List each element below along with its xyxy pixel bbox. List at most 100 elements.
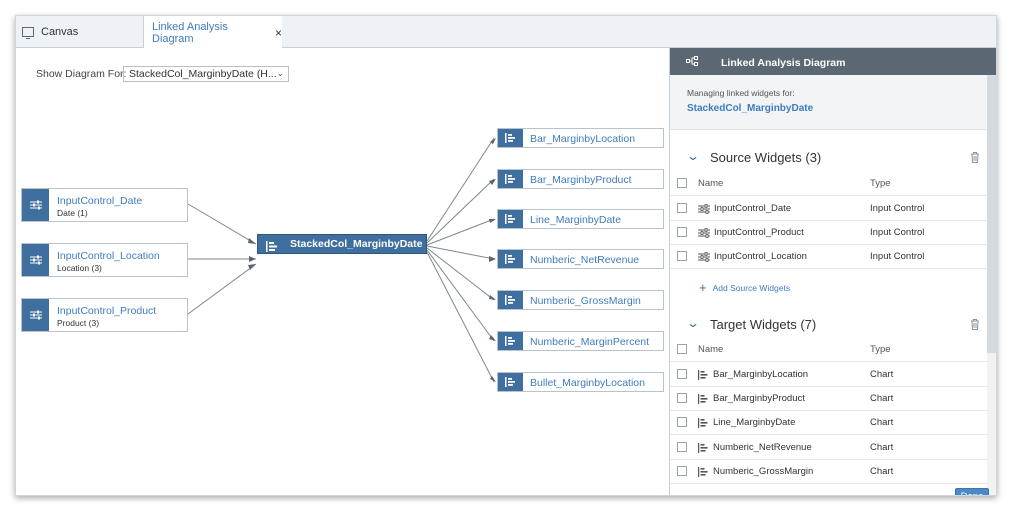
- managing-info: Managing linked widgets for: StackedCol_…: [670, 75, 988, 130]
- link-line: [187, 203, 257, 245]
- source-node-title: InputControl_Date: [57, 195, 143, 207]
- table-row[interactable]: Bar_MarginbyProduct Chart: [670, 386, 988, 411]
- sliders-icon: [22, 244, 49, 276]
- row-checkbox[interactable]: [677, 442, 687, 452]
- source-node-subtitle: Location (3): [57, 263, 102, 273]
- trash-icon[interactable]: [970, 150, 980, 168]
- tab-diagram-label: Linked Analysis Diagram: [152, 21, 228, 45]
- row-checkbox[interactable]: [677, 393, 687, 403]
- link-line: [426, 249, 495, 342]
- target-node-title: Line_MarginbyDate: [530, 214, 622, 226]
- target-node-title: Numberic_GrossMargin: [530, 295, 641, 307]
- close-icon[interactable]: ×: [275, 26, 282, 40]
- linked-widgets-panel: Linked Analysis Diagram Managing linked …: [669, 48, 996, 495]
- row-name: InputControl_Location: [714, 251, 807, 262]
- tab-linked-analysis-diagram[interactable]: Linked Analysis Diagram ×: [144, 16, 282, 48]
- done-button[interactable]: Done: [955, 488, 989, 495]
- source-widgets-title: Source Widgets (3): [710, 150, 822, 165]
- select-all-checkbox[interactable]: [677, 344, 687, 354]
- column-header-name: Name: [698, 178, 724, 189]
- bar-chart-icon: [698, 393, 709, 404]
- bar-chart-icon: [698, 369, 709, 380]
- select-all-checkbox[interactable]: [677, 178, 687, 188]
- row-type: Chart: [870, 466, 894, 477]
- column-header-type: Type: [870, 344, 891, 355]
- bar-chart-icon: [266, 239, 278, 257]
- table-row[interactable]: InputControl_Product Input Control: [670, 220, 988, 245]
- row-type: Chart: [870, 442, 894, 453]
- app-window: Canvas Linked Analysis Diagram × Show Di…: [15, 15, 997, 496]
- tab-canvas[interactable]: Canvas: [16, 16, 144, 47]
- target-node-title: Bullet_MarginbyLocation: [530, 377, 645, 389]
- row-checkbox[interactable]: [677, 417, 687, 427]
- row-name: InputControl_Date: [714, 203, 792, 214]
- link-line: [426, 247, 495, 301]
- row-checkbox[interactable]: [677, 203, 687, 213]
- panel-scrollbar-thumb[interactable]: [987, 75, 996, 353]
- bar-chart-icon: [498, 210, 523, 228]
- trash-icon[interactable]: [970, 317, 980, 335]
- source-node-title: InputControl_Location: [57, 250, 160, 262]
- target-node[interactable]: Numberic_MarginPercent: [497, 331, 664, 351]
- arrow-head: [248, 238, 256, 244]
- table-row[interactable]: InputControl_Date Input Control: [670, 196, 988, 221]
- link-line: [426, 218, 495, 246]
- add-source-widgets-button[interactable]: + Add Source Widgets: [699, 280, 790, 295]
- row-type: Chart: [870, 393, 894, 404]
- center-node-title: StackedCol_MarginbyDate: [290, 238, 423, 250]
- link-line: [187, 263, 257, 315]
- source-table-header: Name Type: [670, 171, 988, 196]
- source-widgets-section-header[interactable]: ⌄ Source Widgets (3): [670, 143, 988, 171]
- table-row[interactable]: Line_MarginbyDate Chart: [670, 410, 988, 435]
- link-line: [426, 251, 495, 383]
- target-node[interactable]: Bullet_MarginbyLocation: [497, 372, 664, 392]
- target-node[interactable]: Bar_MarginbyLocation: [497, 128, 664, 148]
- add-source-widgets-label: Add Source Widgets: [712, 282, 791, 293]
- target-node-title: Numberic_MarginPercent: [530, 336, 650, 348]
- target-node[interactable]: Numberic_NetRevenue: [497, 249, 664, 269]
- row-name: Numberic_NetRevenue: [713, 442, 812, 453]
- target-node[interactable]: Numberic_GrossMargin: [497, 290, 664, 310]
- target-widgets-section-header[interactable]: ⌄ Target Widgets (7): [670, 310, 988, 338]
- source-node-product[interactable]: InputControl_Product Product (3): [21, 298, 188, 332]
- center-node[interactable]: StackedCol_MarginbyDate: [257, 234, 427, 254]
- row-type: Input Control: [870, 227, 925, 238]
- row-checkbox[interactable]: [677, 369, 687, 379]
- row-checkbox[interactable]: [677, 227, 687, 237]
- table-row[interactable]: Bar_MarginbyLocation Chart: [670, 362, 988, 387]
- arrow-head: [249, 256, 256, 262]
- target-node[interactable]: Line_MarginbyDate: [497, 209, 664, 229]
- table-row[interactable]: Numberic_NetRevenue Chart: [670, 435, 988, 460]
- chevron-down-icon[interactable]: ⌄: [686, 316, 700, 330]
- tab-canvas-label: Canvas: [41, 25, 79, 38]
- monitor-icon: [22, 26, 34, 39]
- target-node-title: Bar_MarginbyLocation: [530, 133, 636, 145]
- row-type: Chart: [870, 417, 894, 428]
- panel-title: Linked Analysis Diagram: [721, 57, 846, 69]
- table-row[interactable]: Numberic_GrossMargin Chart: [670, 459, 988, 484]
- row-checkbox[interactable]: [677, 251, 687, 261]
- source-node-location[interactable]: InputControl_Location Location (3): [21, 243, 188, 277]
- target-node-title: Numberic_NetRevenue: [530, 254, 640, 266]
- column-header-name: Name: [698, 344, 724, 355]
- row-type: Input Control: [870, 203, 925, 214]
- bar-chart-icon: [698, 466, 709, 477]
- managing-label: Managing linked widgets for:: [687, 88, 795, 98]
- row-checkbox[interactable]: [677, 466, 687, 476]
- row-type: Chart: [870, 369, 894, 380]
- target-widgets-title: Target Widgets (7): [710, 317, 817, 332]
- panel-header: Linked Analysis Diagram: [670, 48, 996, 75]
- sliders-icon: [698, 203, 710, 214]
- chevron-down-icon[interactable]: ⌄: [686, 149, 700, 163]
- table-row[interactable]: InputControl_Location Input Control: [670, 244, 988, 269]
- linked-nodes-icon: [686, 56, 699, 69]
- tab-bar: Canvas Linked Analysis Diagram ×: [16, 16, 996, 48]
- source-node-date[interactable]: InputControl_Date Date (1): [21, 188, 188, 222]
- target-table-header: Name Type: [670, 337, 988, 362]
- arrow-head: [489, 219, 496, 223]
- target-node[interactable]: Bar_MarginbyProduct: [497, 169, 664, 189]
- row-name: Line_MarginbyDate: [713, 417, 796, 428]
- bar-chart-icon: [498, 170, 523, 188]
- bar-chart-icon: [498, 373, 523, 391]
- bar-chart-icon: [498, 250, 523, 268]
